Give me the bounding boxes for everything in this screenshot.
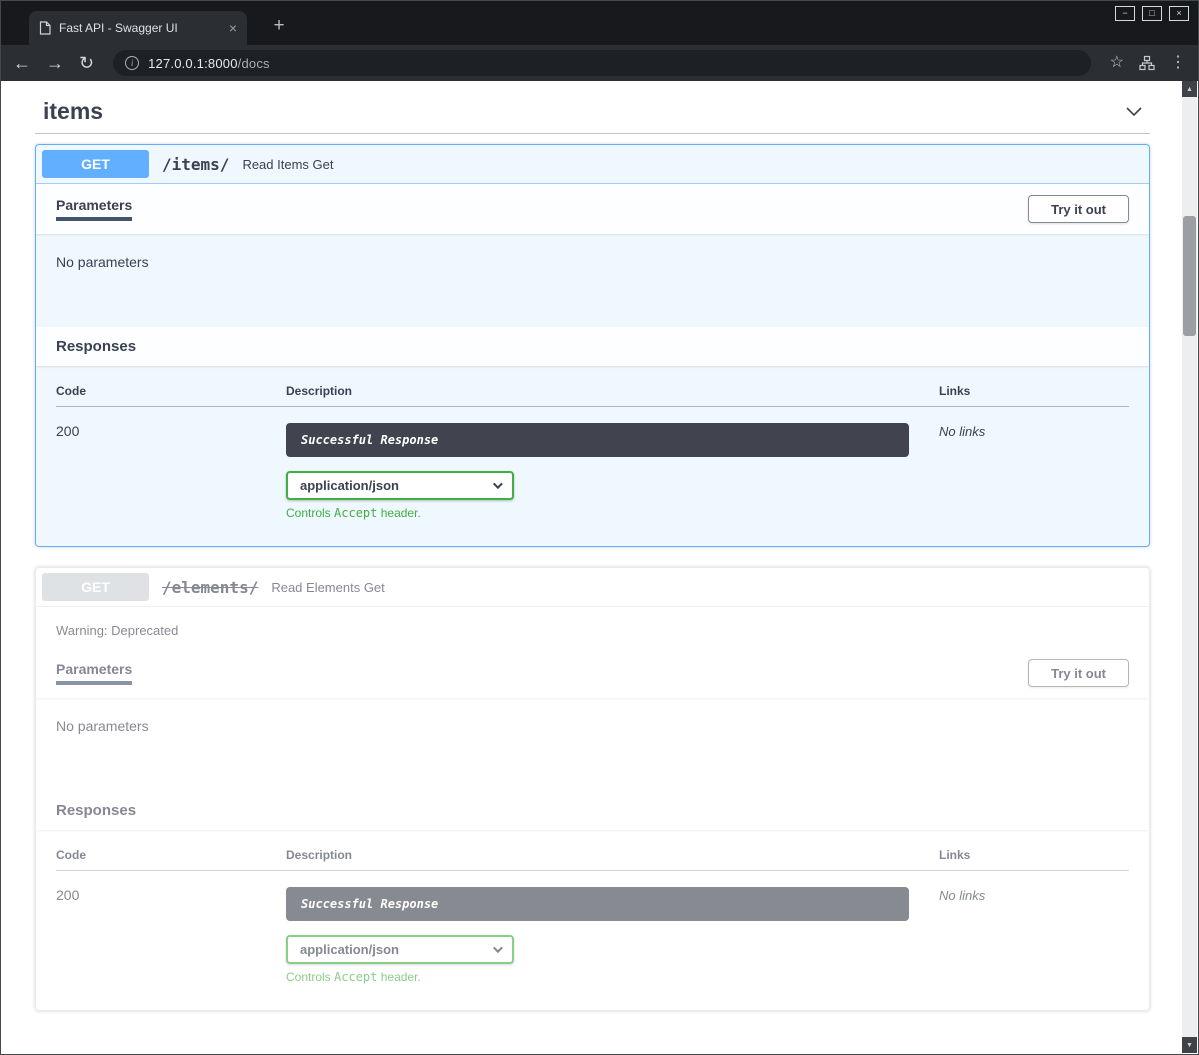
try-it-out-button[interactable]: Try it out <box>1028 195 1129 223</box>
operation-summary: Read Items Get <box>242 157 333 172</box>
accept-header-note: Controls Accept header. <box>286 970 939 984</box>
opblock-summary[interactable]: GET /elements/ Read Elements Get <box>36 568 1149 607</box>
parameters-title: Parameters <box>56 661 132 685</box>
tab-title: Fast API - Swagger UI <box>59 21 221 35</box>
col-header-description: Description <box>286 384 939 407</box>
response-links: No links <box>939 888 985 903</box>
responses-header: Responses <box>36 791 1149 830</box>
window-titlebar: Fast API - Swagger UI × + − □ × <box>1 1 1198 45</box>
site-info-icon[interactable]: i <box>125 56 139 70</box>
responses-table: Code Description Links 200 Successful Re… <box>56 384 1129 520</box>
method-badge: GET <box>42 573 149 601</box>
tab-close-icon[interactable]: × <box>229 21 237 35</box>
back-icon[interactable]: ← <box>13 54 31 72</box>
col-header-links: Links <box>939 384 1129 407</box>
minimize-button[interactable]: − <box>1115 6 1135 21</box>
method-badge: GET <box>42 150 149 178</box>
col-header-description: Description <box>286 848 939 871</box>
media-type-select[interactable]: application/json <box>286 935 514 964</box>
responses-table-wrap: Code Description Links 200 Successful Re… <box>36 366 1149 546</box>
col-header-code: Code <box>56 384 286 407</box>
menu-kebab-icon[interactable]: ⋮ <box>1170 55 1186 71</box>
opblock-get-items: GET /items/ Read Items Get Parameters Tr… <box>35 144 1150 547</box>
operation-summary: Read Elements Get <box>271 580 384 595</box>
address-bar[interactable]: i 127.0.0.1:8000/docs <box>113 50 1091 76</box>
select-caret-icon <box>493 479 503 489</box>
response-row: 200 Successful Response application/json… <box>56 871 1129 985</box>
parameters-title: Parameters <box>56 197 132 221</box>
reload-icon[interactable]: ↻ <box>79 54 94 72</box>
response-links: No links <box>939 424 985 439</box>
response-code: 200 <box>56 423 79 439</box>
opblock-get-elements-deprecated: GET /elements/ Read Elements Get Warning… <box>35 567 1150 1011</box>
vertical-scrollbar[interactable]: ▲ ▼ <box>1182 81 1197 1053</box>
page-favicon-icon <box>39 21 51 35</box>
scroll-up-icon[interactable]: ▲ <box>1182 81 1197 97</box>
responses-header: Responses <box>36 327 1149 366</box>
responses-title: Responses <box>56 802 136 819</box>
sitemap-icon[interactable] <box>1139 55 1155 71</box>
bookmark-star-icon[interactable]: ☆ <box>1110 55 1124 71</box>
response-code: 200 <box>56 887 79 903</box>
forward-icon[interactable]: → <box>46 54 64 72</box>
media-type-value: application/json <box>300 478 399 493</box>
response-description: Successful Response <box>286 887 909 921</box>
url-host: 127.0.0.1:8000 <box>148 56 238 71</box>
window-controls: − □ × <box>1115 6 1189 21</box>
tag-section-header[interactable]: items <box>35 89 1150 134</box>
media-type-value: application/json <box>300 942 399 957</box>
select-caret-icon <box>493 943 503 953</box>
parameters-header: Parameters Try it out <box>36 648 1149 698</box>
url-path: /docs <box>238 56 270 71</box>
close-button[interactable]: × <box>1169 6 1189 21</box>
parameters-header: Parameters Try it out <box>36 184 1149 234</box>
opblock-summary[interactable]: GET /items/ Read Items Get <box>36 145 1149 184</box>
responses-title: Responses <box>56 338 136 355</box>
operation-path: /items/ <box>162 155 229 174</box>
col-header-code: Code <box>56 848 286 871</box>
browser-window: Fast API - Swagger UI × + − □ × ← → ↻ i … <box>0 0 1199 1055</box>
browser-toolbar: ← → ↻ i 127.0.0.1:8000/docs ☆ ⋮ <box>1 45 1198 81</box>
media-type-select[interactable]: application/json <box>286 471 514 500</box>
page-content: items GET /items/ Read Items Get Paramet… <box>2 81 1182 1053</box>
no-parameters-text: No parameters <box>36 234 1149 327</box>
response-row: 200 Successful Response application/json… <box>56 407 1129 521</box>
operation-path: /elements/ <box>162 578 258 597</box>
response-description: Successful Response <box>286 423 909 457</box>
responses-table-wrap: Code Description Links 200 Successful Re… <box>36 830 1149 1010</box>
maximize-button[interactable]: □ <box>1142 6 1162 21</box>
responses-table: Code Description Links 200 Successful Re… <box>56 848 1129 984</box>
chevron-down-icon[interactable] <box>1122 99 1146 123</box>
try-it-out-button[interactable]: Try it out <box>1028 659 1129 687</box>
section-title: items <box>43 98 103 124</box>
deprecated-warning: Warning: Deprecated <box>36 607 1149 648</box>
scrollbar-thumb[interactable] <box>1183 216 1196 336</box>
col-header-links: Links <box>939 848 1129 871</box>
accept-header-note: Controls Accept header. <box>286 506 939 520</box>
new-tab-button[interactable]: + <box>265 12 293 40</box>
no-parameters-text: No parameters <box>36 698 1149 791</box>
url-text: 127.0.0.1:8000/docs <box>148 56 270 71</box>
scroll-down-icon[interactable]: ▼ <box>1182 1037 1197 1053</box>
browser-tab[interactable]: Fast API - Swagger UI × <box>29 11 247 45</box>
